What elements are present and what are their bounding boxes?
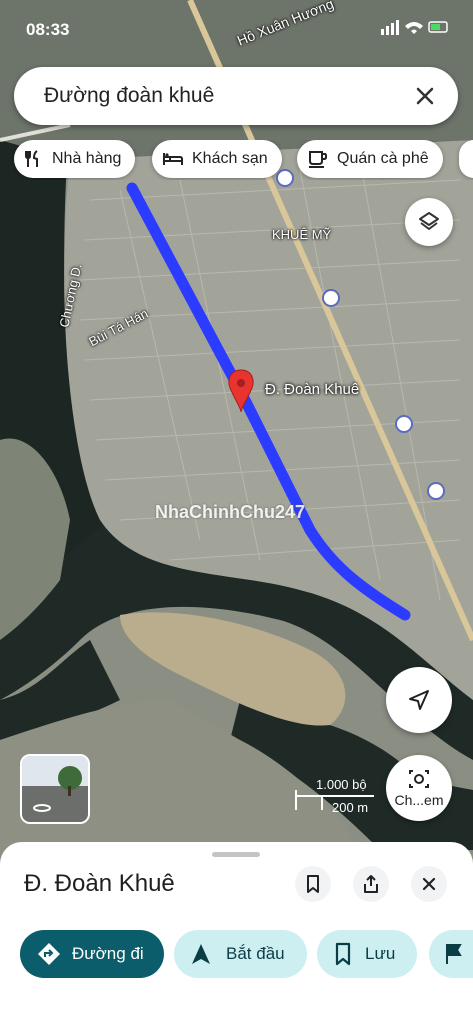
directions-icon [38, 943, 60, 965]
more-actions-button[interactable] [429, 930, 473, 978]
chip-more[interactable] [459, 140, 473, 178]
street-view-image [22, 756, 88, 822]
status-time: 08:33 [26, 20, 70, 39]
status-icons [381, 18, 451, 39]
category-chips: Nhà hàng Khách sạn Quán cà phê [0, 140, 473, 180]
save-button[interactable]: Lưu [317, 930, 417, 978]
bookmark-icon [335, 942, 351, 966]
search-bar[interactable]: Đường đoàn khuê [14, 67, 458, 125]
lens-button[interactable]: Ch...em [386, 755, 452, 821]
clear-search-button[interactable] [408, 79, 442, 113]
save-label: Lưu [365, 944, 396, 963]
close-sheet-button[interactable] [411, 866, 447, 902]
chip-label: Nhà hàng [52, 150, 122, 167]
coffee-icon [309, 151, 327, 168]
hotel-icon [163, 153, 183, 165]
share-icon [364, 875, 378, 893]
chip-label: Khách sạn [192, 150, 268, 167]
bookmark-icon [307, 875, 319, 893]
save-bookmark-button[interactable] [295, 866, 331, 902]
layers-icon [419, 212, 439, 230]
street-view-thumbnail[interactable] [20, 754, 90, 824]
close-icon [422, 877, 436, 891]
start-button[interactable]: Bắt đầu [174, 930, 307, 978]
status-bar: 08:33 [0, 0, 473, 58]
chip-label: Quán cà phê [337, 150, 429, 167]
layers-button[interactable] [405, 198, 453, 246]
share-button[interactable] [353, 866, 389, 902]
start-label: Bắt đầu [226, 944, 285, 963]
sheet-drag-handle[interactable] [212, 852, 260, 857]
directions-label: Đường đi [72, 944, 144, 963]
map-label-khue-my: KHUÊ MỸ [272, 227, 332, 242]
chip-coffee[interactable]: Quán cà phê [297, 140, 443, 178]
lens-label: Ch...em [394, 792, 444, 808]
place-title: Đ. Đoàn Khuê [24, 870, 175, 897]
map-scale: 1.000 bộ 200 m [294, 776, 376, 816]
my-location-button[interactable] [386, 667, 452, 733]
pin-label: Đ. Đoàn Khuê [265, 381, 360, 398]
watermark: NhaChinhChu247 [155, 502, 306, 522]
scale-imperial: 1.000 bộ [316, 777, 367, 792]
flag-icon [446, 944, 462, 964]
wifi-icon [405, 22, 423, 34]
signal-icon [381, 20, 399, 35]
camera-icon [409, 770, 429, 788]
scale-metric: 200 m [332, 800, 369, 815]
navigation-arrow-icon [409, 690, 429, 710]
search-query[interactable]: Đường đoàn khuê [44, 84, 214, 108]
chip-restaurants[interactable]: Nhà hàng [14, 140, 136, 178]
navigate-icon [192, 944, 210, 964]
chip-hotels[interactable]: Khách sạn [152, 140, 282, 178]
restaurant-icon [25, 150, 38, 167]
directions-button[interactable]: Đường đi [20, 930, 164, 978]
close-icon [416, 87, 434, 105]
